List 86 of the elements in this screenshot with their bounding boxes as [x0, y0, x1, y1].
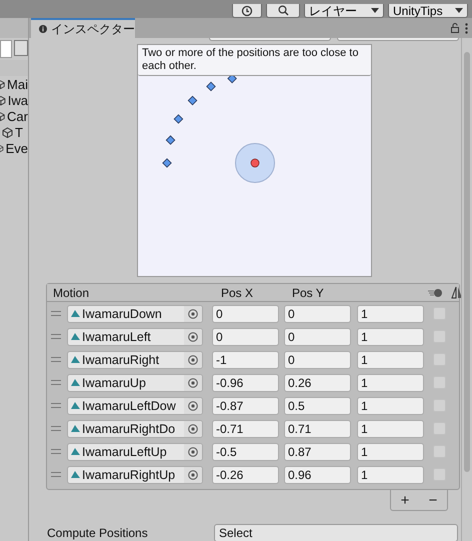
- hierarchy-item[interactable]: T: [0, 124, 28, 140]
- object-picker-icon[interactable]: [188, 378, 198, 388]
- drag-handle[interactable]: [51, 472, 61, 477]
- info-icon: [39, 24, 47, 34]
- mirror-icon: [451, 286, 461, 300]
- pos-y-field[interactable]: 0.5: [284, 396, 351, 414]
- object-picker-icon[interactable]: [188, 446, 198, 456]
- search-field[interactable]: [0, 40, 12, 58]
- drag-handle[interactable]: [51, 403, 61, 408]
- inspector-tab[interactable]: インスペクター: [31, 18, 135, 38]
- search-button[interactable]: [266, 4, 300, 18]
- drag-handle[interactable]: [51, 311, 61, 316]
- pos-x-field[interactable]: -0.96: [212, 374, 279, 392]
- speed-field[interactable]: 1: [357, 466, 424, 484]
- speed-field[interactable]: 1: [357, 442, 424, 460]
- column-header: Pos Y: [292, 286, 325, 300]
- pos-y-field[interactable]: 0.87: [284, 442, 351, 460]
- pos-x-field[interactable]: 0: [212, 304, 279, 322]
- dropdown-arrow-icon: [455, 8, 463, 13]
- animation-clip-icon: [71, 356, 80, 363]
- speed-field[interactable]: 1: [357, 350, 424, 368]
- column-header: Pos X: [221, 286, 254, 300]
- object-picker-icon[interactable]: [188, 470, 198, 480]
- history-button[interactable]: [232, 4, 262, 18]
- pos-y-field[interactable]: 0.26: [284, 374, 351, 392]
- pos-y-field[interactable]: 0: [284, 328, 351, 346]
- speed-field[interactable]: 1: [357, 374, 424, 392]
- motion-field[interactable]: IwamaruDown: [67, 304, 203, 322]
- pos-y-field[interactable]: 0.96: [284, 466, 351, 484]
- pos-y-field[interactable]: 0: [284, 350, 351, 368]
- animation-clip-icon: [71, 425, 80, 432]
- speed-field[interactable]: 1: [357, 396, 424, 414]
- hierarchy-item[interactable]: Eve: [0, 140, 28, 156]
- search-icon: [278, 5, 288, 16]
- compute-positions-dropdown[interactable]: Select: [214, 524, 458, 541]
- drag-handle[interactable]: [51, 449, 61, 454]
- more-icon[interactable]: [465, 22, 468, 34]
- add-button[interactable]: +: [398, 492, 412, 508]
- animation-clip-icon: [71, 471, 80, 478]
- motion-field[interactable]: IwamaruRight: [67, 350, 203, 368]
- motion-field[interactable]: IwamaruRightDo: [67, 420, 203, 438]
- animation-clip-icon: [71, 310, 80, 317]
- speed-field[interactable]: 1: [357, 304, 424, 322]
- motion-field[interactable]: IwamaruLeft: [67, 328, 203, 346]
- pos-y-field[interactable]: 0.71: [284, 420, 351, 438]
- panel-header: [0, 18, 28, 38]
- pos-y-field[interactable]: 0: [284, 304, 351, 322]
- pos-x-field[interactable]: -1: [212, 350, 279, 368]
- history-icon: [241, 4, 253, 16]
- speed-icon: [427, 288, 443, 298]
- animation-clip-icon: [71, 333, 80, 340]
- motion-field[interactable]: IwamaruLeftDow: [67, 396, 203, 414]
- object-picker-icon[interactable]: [188, 400, 198, 410]
- compute-positions-label: Compute Positions: [46, 526, 149, 540]
- cube-icon: [2, 126, 13, 138]
- scrollbar-thumb[interactable]: [464, 52, 470, 472]
- motion-field[interactable]: IwamaruRightUp: [67, 466, 203, 484]
- drag-handle[interactable]: [51, 357, 61, 362]
- speed-field[interactable]: 1: [357, 420, 424, 438]
- pos-x-field[interactable]: -0.5: [212, 442, 279, 460]
- lock-icon[interactable]: [451, 23, 459, 33]
- pos-x-field[interactable]: -0.71: [212, 420, 279, 438]
- layers-dropdown[interactable]: レイヤー: [304, 4, 384, 18]
- animation-clip-icon: [71, 379, 80, 386]
- motion-field[interactable]: IwamaruUp: [67, 374, 203, 392]
- pos-x-field[interactable]: -0.87: [212, 396, 279, 414]
- drag-handle[interactable]: [51, 334, 61, 339]
- pos-x-field[interactable]: 0: [212, 328, 279, 346]
- hierarchy-item[interactable]: Mai: [0, 76, 28, 92]
- drag-handle[interactable]: [51, 380, 61, 385]
- column-header: Motion: [53, 286, 90, 300]
- drag-handle[interactable]: [51, 426, 61, 431]
- remove-button[interactable]: −: [426, 492, 440, 508]
- speed-field[interactable]: 1: [357, 328, 424, 346]
- animation-clip-icon: [71, 402, 80, 409]
- object-picker-icon[interactable]: [188, 424, 198, 434]
- object-picker-icon[interactable]: [188, 332, 198, 342]
- object-picker-icon[interactable]: [188, 308, 198, 318]
- motion-field[interactable]: IwamaruLeftUp: [67, 442, 203, 460]
- pos-x-field[interactable]: -0.26: [212, 466, 279, 484]
- hierarchy-item[interactable]: Iwa: [0, 92, 28, 108]
- dropdown-arrow-icon: [371, 8, 379, 13]
- hierarchy-item[interactable]: Car: [0, 108, 28, 124]
- object-picker-icon[interactable]: [188, 354, 198, 364]
- animation-clip-icon: [71, 448, 80, 455]
- expand-button[interactable]: [14, 40, 28, 56]
